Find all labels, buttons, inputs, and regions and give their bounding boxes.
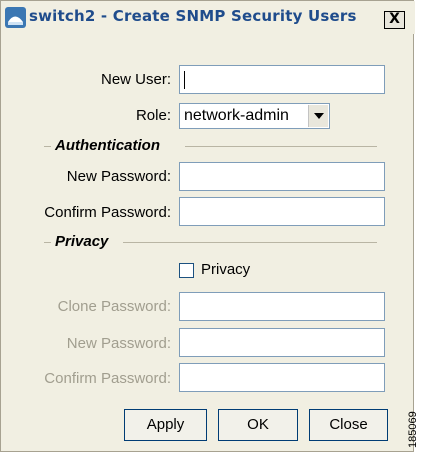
auth-confirm-password-input[interactable] bbox=[179, 197, 385, 226]
priv-confirm-password-input[interactable] bbox=[179, 363, 385, 392]
chevron-down-icon[interactable] bbox=[308, 105, 328, 127]
priv-new-password-input[interactable] bbox=[179, 328, 385, 357]
privacy-heading: Privacy bbox=[55, 233, 109, 250]
new-user-label: New User: bbox=[100, 71, 171, 88]
clone-password-label: Clone Password: bbox=[57, 298, 171, 315]
privacy-checkbox[interactable] bbox=[179, 263, 194, 278]
clone-password-input[interactable] bbox=[179, 292, 385, 321]
create-snmp-users-dialog: switch2 - Create SNMP Security Users X N… bbox=[0, 0, 415, 452]
window-title: switch2 - Create SNMP Security Users bbox=[29, 7, 357, 25]
close-button[interactable]: Close bbox=[309, 409, 388, 441]
ok-button[interactable]: OK bbox=[218, 409, 298, 441]
apply-button[interactable]: Apply bbox=[124, 409, 207, 441]
authentication-heading: Authentication bbox=[55, 137, 160, 154]
role-value: network-admin bbox=[184, 107, 289, 124]
priv-new-password-label: New Password: bbox=[66, 335, 171, 352]
group-divider bbox=[123, 242, 377, 243]
auth-new-password-input[interactable] bbox=[179, 162, 385, 191]
text-caret bbox=[184, 71, 185, 89]
title-bar[interactable]: switch2 - Create SNMP Security Users X bbox=[1, 1, 415, 34]
group-divider bbox=[44, 146, 51, 147]
figure-id-label: 185069 bbox=[407, 411, 419, 448]
new-user-input[interactable] bbox=[179, 65, 385, 94]
close-icon[interactable]: X bbox=[384, 11, 405, 29]
group-divider bbox=[44, 242, 51, 243]
privacy-checkbox-label[interactable]: Privacy bbox=[201, 261, 250, 278]
role-select[interactable]: network-admin bbox=[179, 103, 330, 129]
priv-confirm-password-label: Confirm Password: bbox=[44, 370, 171, 387]
switch-app-icon bbox=[5, 7, 26, 28]
role-label: Role: bbox=[135, 107, 171, 124]
auth-confirm-password-label: Confirm Password: bbox=[44, 204, 171, 221]
group-divider bbox=[185, 146, 377, 147]
auth-new-password-label: New Password: bbox=[66, 168, 171, 185]
